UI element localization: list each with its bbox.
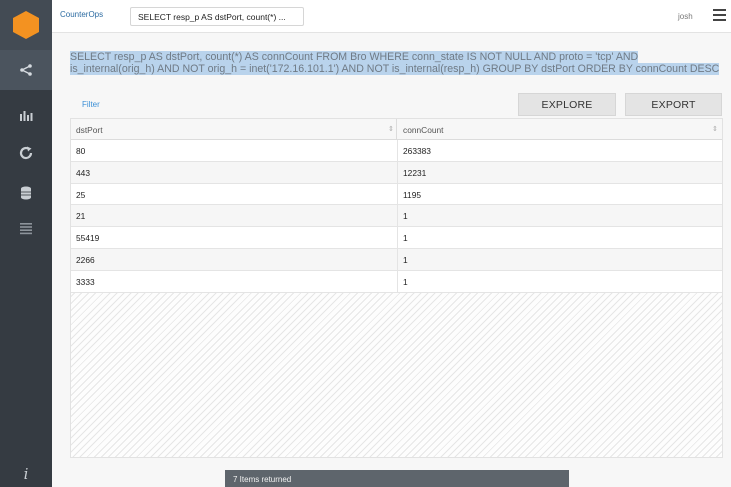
cell-conncount: 1 bbox=[403, 211, 408, 222]
cell-dstport: 25 bbox=[76, 189, 86, 200]
bar-chart-icon bbox=[20, 111, 33, 121]
table-row[interactable]: 21 1 bbox=[71, 205, 722, 228]
cell-conncount: 1 bbox=[403, 254, 408, 265]
user-name[interactable]: josh bbox=[678, 12, 693, 21]
database-icon bbox=[21, 186, 31, 200]
sidebar-item-list[interactable] bbox=[0, 208, 52, 248]
table-row[interactable]: 3333 1 bbox=[71, 270, 722, 293]
query-text[interactable]: SELECT resp_p AS dstPort, count(*) AS co… bbox=[70, 51, 722, 76]
sidebar: i bbox=[0, 0, 52, 487]
cell-conncount: 1 bbox=[403, 233, 408, 244]
cell-conncount: 263383 bbox=[403, 146, 431, 156]
column-header-conncount[interactable]: connCount bbox=[397, 119, 722, 140]
column-header-dstport[interactable]: dstPort bbox=[71, 119, 397, 140]
app-window: i CounterOps SELECT resp_p AS dstPort, c… bbox=[0, 0, 731, 487]
table-header: dstPort connCount ⇕ ⇕ bbox=[71, 119, 722, 140]
cell-dstport: 21 bbox=[76, 211, 86, 222]
cell-dstport: 55419 bbox=[76, 233, 100, 244]
hexagon-logo-icon bbox=[13, 11, 39, 39]
cell-conncount: 12231 bbox=[403, 167, 427, 178]
cell-conncount: 1 bbox=[403, 276, 408, 287]
filter-link[interactable]: Filter bbox=[82, 100, 100, 109]
results-table: dstPort connCount ⇕ ⇕ 80 263383 443 12231 … bbox=[70, 118, 723, 458]
sidebar-item-database[interactable] bbox=[0, 173, 52, 213]
table-row[interactable]: 55419 1 bbox=[71, 227, 722, 249]
table-body: 80 263383 443 12231 25 1195 21 1 55419 1 2266… bbox=[71, 140, 722, 293]
cell-conncount: 1195 bbox=[403, 189, 422, 200]
cell-dstport: 3333 bbox=[76, 276, 95, 287]
table-row[interactable]: 80 263383 bbox=[71, 140, 722, 162]
query-text-selection: SELECT resp_p AS dstPort, count(*) AS co… bbox=[70, 51, 720, 76]
explore-button[interactable]: EXPLORE bbox=[518, 93, 616, 116]
export-button[interactable]: EXPORT bbox=[625, 93, 722, 116]
sidebar-item-refresh[interactable] bbox=[0, 133, 52, 173]
sort-icon[interactable]: ⇕ bbox=[388, 125, 394, 133]
query-tab[interactable]: SELECT resp_p AS dstPort, count(*) ... bbox=[130, 7, 304, 26]
table-row[interactable]: 443 12231 bbox=[71, 161, 722, 184]
cell-dstport: 2266 bbox=[76, 254, 95, 265]
list-icon bbox=[20, 222, 32, 234]
table-row[interactable]: 2266 1 bbox=[71, 248, 722, 271]
info-icon[interactable]: i bbox=[0, 460, 52, 487]
cell-dstport: 80 bbox=[76, 146, 86, 156]
top-bar: CounterOps SELECT resp_p AS dstPort, cou… bbox=[52, 0, 731, 33]
refresh-icon bbox=[19, 146, 33, 160]
hamburger-menu-icon[interactable] bbox=[713, 9, 726, 21]
share-icon bbox=[20, 64, 32, 76]
app-name-link[interactable]: CounterOps bbox=[60, 10, 103, 19]
sidebar-item-share[interactable] bbox=[0, 50, 52, 90]
table-row[interactable]: 25 1195 bbox=[71, 183, 722, 206]
logo[interactable] bbox=[0, 0, 52, 50]
cell-dstport: 443 bbox=[76, 167, 90, 178]
sort-icon[interactable]: ⇕ bbox=[712, 125, 718, 133]
sidebar-item-charts[interactable] bbox=[0, 95, 52, 135]
status-bar: 7 Items returned bbox=[225, 470, 569, 487]
